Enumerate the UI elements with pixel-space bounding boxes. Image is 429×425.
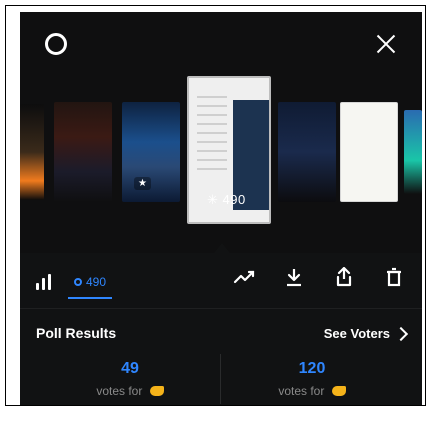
trash-icon (387, 267, 401, 287)
thumbnail-item[interactable] (54, 102, 112, 202)
tab-votes[interactable]: 490 (68, 275, 113, 299)
tab-underline (68, 297, 113, 299)
poll-header: Poll Results See Voters (36, 321, 409, 345)
text-lines (197, 96, 227, 176)
star-icon: ✳ (207, 192, 219, 207)
chevron-right-icon (393, 326, 409, 341)
results-separator (220, 354, 221, 404)
selection-caret (214, 243, 230, 253)
poll-results: 49 votes for 120 votes for (20, 354, 422, 404)
thumbnail-item[interactable] (404, 110, 422, 194)
thumbnail-item[interactable] (278, 102, 336, 202)
share-button[interactable] (332, 265, 356, 289)
close-icon (376, 34, 396, 54)
trend-button[interactable] (232, 265, 256, 289)
delete-button[interactable] (382, 265, 406, 289)
option-right-result: 120 votes for (222, 360, 402, 398)
settings-icon (45, 33, 67, 55)
votes-tab-label: 490 (86, 275, 107, 289)
thumbnail-item[interactable]: ★ (122, 102, 180, 202)
trend-icon (233, 270, 255, 284)
share-icon (336, 267, 352, 287)
option-left-result: 49 votes for (40, 360, 220, 398)
close-button[interactable] (370, 28, 402, 60)
pointing-left-icon (149, 386, 164, 396)
see-voters-label: See Voters (323, 325, 390, 341)
action-bar (232, 265, 406, 289)
option-right-label: votes for (222, 384, 402, 398)
thumbnail-selected[interactable]: ✳ 490 (187, 76, 271, 224)
divider (20, 308, 422, 309)
views-count: ✳ 490 (207, 192, 246, 207)
thumbnail-badge: ★ (134, 177, 151, 190)
star-icon (74, 278, 82, 286)
bar-chart-icon[interactable] (36, 274, 56, 290)
settings-button[interactable] (40, 28, 72, 60)
poll-title: Poll Results (36, 325, 117, 341)
download-button[interactable] (282, 265, 306, 289)
option-left-label: votes for (40, 384, 220, 398)
see-voters-link[interactable]: See Voters (323, 325, 409, 341)
thumbnail-item[interactable] (340, 102, 398, 202)
thumbnail-item[interactable] (20, 104, 44, 200)
insights-panel: 490 Poll Results See Voters 49 votes for… (20, 253, 422, 405)
thumbnail-strip: ★ ✳ 490 (20, 74, 422, 246)
pointing-right-icon (331, 386, 346, 396)
story-viewer: ★ ✳ 490 490 Poll Results See Voters 49 v… (20, 12, 422, 405)
viewport-frame: ★ ✳ 490 490 Poll Results See Voters 49 v… (5, 5, 426, 406)
download-icon (287, 269, 301, 287)
option-right-count: 120 (298, 360, 326, 377)
option-left-count: 49 (121, 360, 139, 377)
